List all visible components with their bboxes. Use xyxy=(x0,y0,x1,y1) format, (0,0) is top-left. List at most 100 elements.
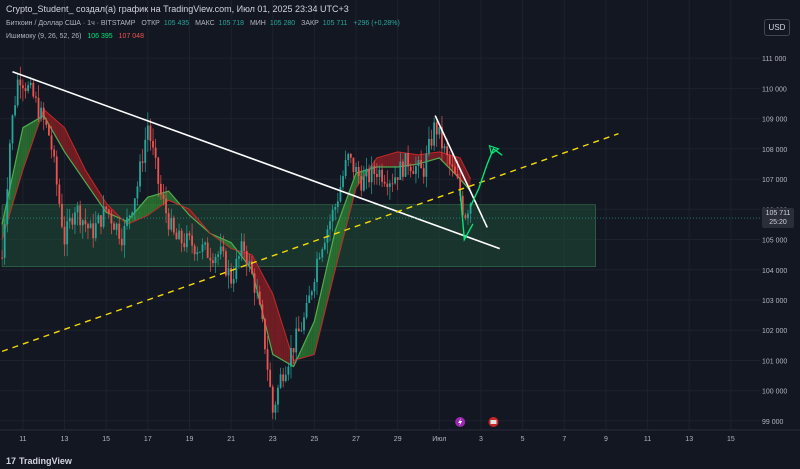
flag-glyph xyxy=(490,420,497,424)
candle-body xyxy=(227,268,230,276)
candle-body xyxy=(48,124,50,136)
price-tick-label: 107 000 xyxy=(762,177,787,184)
candle-body xyxy=(370,165,373,183)
tradingview-logo[interactable]: 17 TradingView xyxy=(6,456,72,466)
candle-body xyxy=(139,161,141,187)
candle-body xyxy=(402,161,404,177)
time-tick-label: 13 xyxy=(685,436,693,443)
price-tick-label: 105 000 xyxy=(762,238,787,245)
indicator-name: Ишимоку (9, 26, 52, 26) xyxy=(6,33,82,40)
cloud-segment xyxy=(272,293,275,356)
candle-body xyxy=(76,205,79,213)
candle-body xyxy=(266,349,269,370)
candle-body xyxy=(344,160,347,177)
chart-title: Crypto_Student_ создал(а) график на Trad… xyxy=(6,4,349,14)
candle-body xyxy=(14,105,16,116)
candle-body xyxy=(368,168,370,183)
last-price: 105 711 xyxy=(765,210,791,217)
time-tick-label: 25 xyxy=(311,436,319,443)
candle-body xyxy=(381,169,383,182)
price-tick-label: 111 000 xyxy=(762,56,786,63)
indicator-value-a: 106 395 xyxy=(87,33,113,40)
candle-body xyxy=(172,217,175,233)
time-tick-label: 13 xyxy=(61,436,69,443)
open-label: ОТКР xyxy=(141,20,160,27)
candle-body xyxy=(58,184,61,204)
candle-body xyxy=(305,302,308,318)
cloud-segment xyxy=(393,152,396,167)
candle-body xyxy=(81,220,84,226)
candle-body xyxy=(146,125,149,140)
time-tick-label: 23 xyxy=(269,436,277,443)
candle-body xyxy=(417,160,420,167)
time-tick-label: 19 xyxy=(186,436,194,443)
low-value: 105 280 xyxy=(269,20,296,27)
high-label: МАКС xyxy=(195,20,215,27)
candle-body xyxy=(123,225,126,246)
candle-body xyxy=(300,330,303,332)
candle-body xyxy=(243,241,246,251)
candle-body xyxy=(274,404,277,413)
candle-body xyxy=(297,328,300,332)
candle-body xyxy=(100,215,102,227)
time-tick-label: 15 xyxy=(727,436,735,443)
close-value: 105 711 xyxy=(322,20,348,27)
currency-button[interactable]: USD xyxy=(764,19,790,36)
candle-body xyxy=(22,85,24,89)
candle-body xyxy=(318,257,321,259)
candle-body xyxy=(357,166,360,177)
candle-body xyxy=(84,220,87,225)
candle-body xyxy=(339,186,342,202)
candle-body xyxy=(50,135,53,150)
price-chart[interactable]: 99 000 100 000 101 000 102 000 103 000 104 00… xyxy=(0,0,800,469)
candle-body xyxy=(24,88,27,92)
time-tick-label: 9 xyxy=(604,436,608,443)
time-tick-label: 17 xyxy=(144,436,152,443)
candle-body xyxy=(193,245,196,255)
cloud-segment xyxy=(412,153,415,165)
candle-body xyxy=(3,224,6,258)
symbol-label[interactable]: Биткоин / Доллар США · 1ч · BITSTAMP xyxy=(6,20,135,27)
candle-body xyxy=(185,233,188,248)
price-tick-label: 101 000 xyxy=(762,358,787,365)
candle-body xyxy=(412,171,415,174)
time-tick-label: 21 xyxy=(227,436,235,443)
candle-body xyxy=(415,166,417,174)
candle-body xyxy=(446,146,449,156)
support-zone[interactable] xyxy=(1,204,596,268)
candle-body xyxy=(287,366,290,375)
cloud-segment xyxy=(383,155,386,167)
tradingview-mark-icon: 17 xyxy=(6,456,17,466)
ohlc-legend: Биткоин / Доллар США · 1ч · BITSTAMP ОТК… xyxy=(6,20,404,27)
candle-body xyxy=(292,348,295,353)
candle-body xyxy=(428,138,430,154)
candle-body xyxy=(438,127,441,135)
candle-body xyxy=(448,155,451,165)
candle-body xyxy=(391,183,394,185)
candle-body xyxy=(240,241,243,257)
cloud-segment xyxy=(276,307,280,359)
candle-body xyxy=(404,153,407,177)
indicator-legend[interactable]: Ишимоку (9, 26, 52, 26) 106 395 107 048 xyxy=(6,33,148,40)
price-tick-label: 102 000 xyxy=(762,328,787,335)
candle-body xyxy=(258,291,261,305)
candle-body xyxy=(253,273,256,293)
open-value: 105 435 xyxy=(163,20,190,27)
cloud-segment xyxy=(387,154,390,167)
candle-body xyxy=(269,369,272,387)
candle-body xyxy=(152,140,154,148)
candle-body xyxy=(92,223,95,239)
candle-body xyxy=(110,213,113,224)
cloud-segment xyxy=(422,153,425,163)
candle-body xyxy=(102,206,105,227)
candle-body xyxy=(308,295,311,303)
candle-body xyxy=(35,96,37,98)
candle-body xyxy=(430,138,433,146)
candle-body xyxy=(373,165,376,174)
time-tick-label: 15 xyxy=(102,436,110,443)
candle-body xyxy=(256,291,259,293)
cloud-segment xyxy=(149,196,152,214)
logo-text: TradingView xyxy=(19,456,72,466)
candle-body xyxy=(136,186,139,199)
candle-body xyxy=(248,261,251,265)
